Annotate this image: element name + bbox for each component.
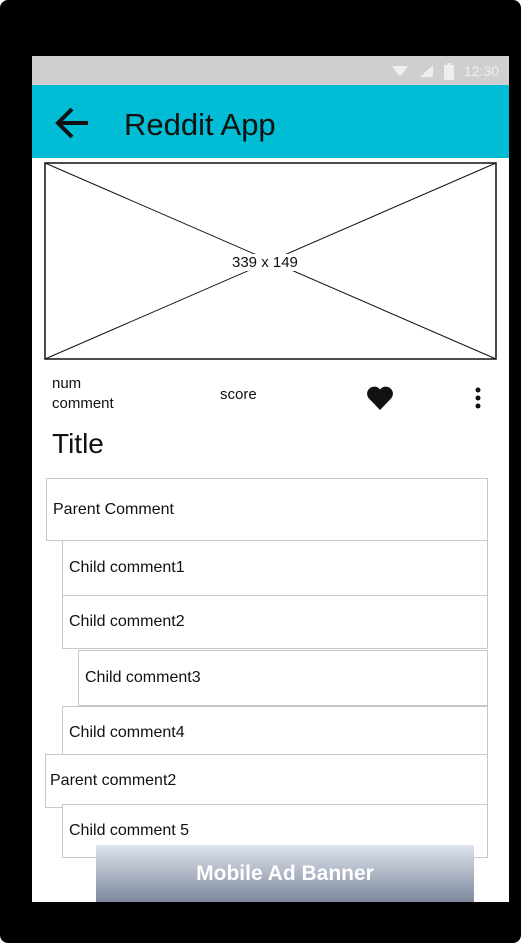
comment-text: Parent comment2 [50, 772, 177, 789]
status-bar: 12:30 [32, 56, 509, 85]
comment-text: Child comment2 [69, 613, 185, 630]
image-size-label: 339 x 149 [230, 254, 300, 271]
comment-text: Parent Comment [53, 500, 174, 518]
post-title: Title [52, 428, 104, 459]
parent-comment[interactable]: Parent comment2 [45, 754, 488, 808]
signal-icon [419, 65, 433, 77]
ad-banner[interactable]: Mobile Ad Banner [96, 845, 474, 902]
battery-icon [443, 62, 454, 80]
child-comment[interactable]: Child comment1 [62, 540, 488, 596]
status-time: 12:30 [463, 63, 499, 79]
status-icons: 12:30 [391, 62, 499, 80]
ad-banner-label: Mobile Ad Banner [196, 861, 374, 885]
comment-text: Child comment3 [85, 669, 201, 686]
parent-comment[interactable]: Parent Comment [46, 478, 488, 541]
wifi-icon [391, 66, 408, 77]
heart-icon[interactable] [366, 385, 394, 411]
comment-text: Child comment 5 [69, 822, 190, 839]
app-title: Reddit App [124, 107, 276, 142]
back-arrow-icon[interactable] [52, 105, 92, 141]
child-comment[interactable]: Child comment2 [62, 595, 488, 649]
child-comment[interactable]: Child comment4 [62, 706, 488, 760]
screen: 12:30 Reddit App 339 x 149 num comment s… [32, 56, 509, 902]
comment-text: Child comment4 [69, 724, 185, 741]
comment-text: Child comment1 [69, 559, 185, 576]
score-label: score [220, 386, 257, 403]
phone-frame: 12:30 Reddit App 339 x 149 num comment s… [0, 0, 521, 943]
more-options-icon[interactable] [470, 386, 486, 412]
num-comment-label: num comment [52, 375, 114, 412]
app-bar: Reddit App [32, 85, 509, 158]
child-comment[interactable]: Child comment3 [78, 650, 488, 706]
